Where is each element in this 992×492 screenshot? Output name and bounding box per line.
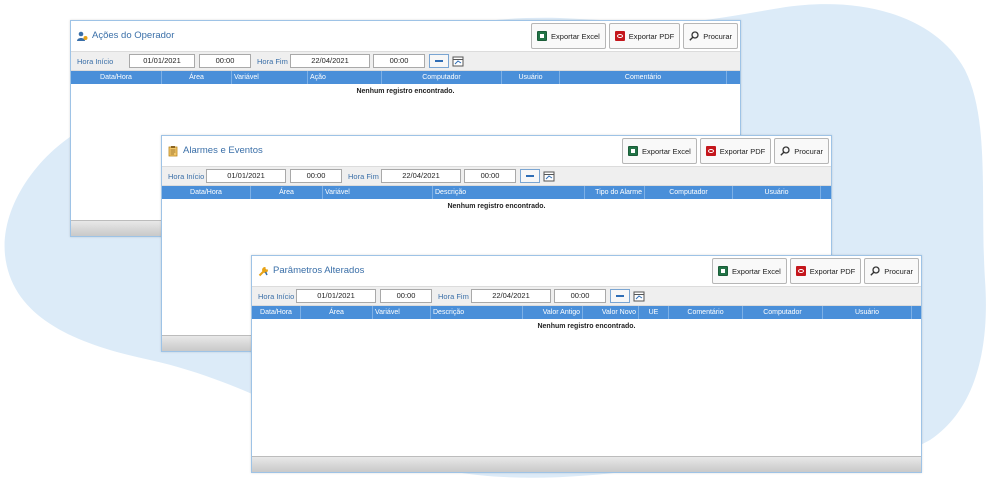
operator-icon — [77, 31, 88, 41]
search-icon — [780, 146, 790, 156]
calendar-icon[interactable] — [452, 55, 464, 67]
excel-icon — [537, 31, 548, 41]
end-time-input[interactable]: 00:00 — [464, 169, 516, 183]
start-time-input[interactable]: 00:00 — [290, 169, 342, 183]
export-pdf-button[interactable]: Exportar PDF — [699, 138, 772, 164]
column-header[interactable]: Variável — [231, 71, 307, 84]
remove-filter-button[interactable] — [429, 54, 449, 68]
excel-icon — [628, 146, 639, 156]
empty-message: Nenhum registro encontrado. — [447, 203, 546, 210]
export-pdf-button[interactable]: Exportar PDF — [789, 258, 862, 284]
column-header[interactable]: Área — [250, 186, 322, 199]
export-pdf-label: Exportar PDF — [628, 31, 675, 41]
column-header[interactable]: Data/Hora — [252, 306, 300, 319]
column-header[interactable]: Variável — [322, 186, 432, 199]
end-date-input[interactable]: 22/04/2021 — [471, 289, 551, 303]
calendar-icon[interactable] — [543, 170, 555, 182]
column-header[interactable]: Data/Hora — [71, 71, 161, 84]
search-button[interactable]: Procurar — [864, 258, 919, 284]
start-date-input[interactable]: 01/01/2021 — [206, 169, 286, 183]
column-header[interactable]: Ação — [307, 71, 381, 84]
filter-bar: Hora Início 01/01/2021 00:00 Hora Fim 22… — [252, 286, 921, 306]
start-time-input[interactable]: 00:00 — [380, 289, 432, 303]
column-header[interactable]: Variável — [372, 306, 430, 319]
remove-filter-button[interactable] — [520, 169, 540, 183]
start-time-input[interactable]: 00:00 — [199, 54, 251, 68]
column-header[interactable]: Área — [161, 71, 231, 84]
export-pdf-label: Exportar PDF — [809, 266, 856, 276]
column-header[interactable]: Descrição — [432, 186, 584, 199]
column-header-spacer — [726, 71, 740, 84]
panel-title: Parâmetros Alterados — [273, 265, 365, 276]
column-header[interactable]: Valor Antigo — [522, 306, 582, 319]
pdf-icon — [614, 31, 625, 41]
search-label: Procurar — [794, 146, 823, 156]
table-header: Data/Hora Área Variável Descrição Valor … — [252, 306, 921, 319]
column-header-spacer — [820, 186, 831, 199]
search-label: Procurar — [884, 266, 913, 276]
empty-message: Nenhum registro encontrado. — [356, 88, 455, 95]
export-excel-button[interactable]: Exportar Excel — [712, 258, 787, 284]
bottom-scrollbar[interactable] — [252, 456, 921, 472]
export-pdf-button[interactable]: Exportar PDF — [608, 23, 681, 49]
export-excel-label: Exportar Excel — [551, 31, 600, 41]
excel-icon — [718, 266, 729, 276]
end-time-label: Hora Fim — [438, 292, 469, 301]
empty-message: Nenhum registro encontrado. — [537, 323, 636, 330]
column-header[interactable]: Computador — [381, 71, 501, 84]
end-date-input[interactable]: 22/04/2021 — [381, 169, 461, 183]
export-excel-button[interactable]: Exportar Excel — [622, 138, 697, 164]
changed-parameters-panel: Parâmetros Alterados Exportar Excel Expo… — [251, 255, 922, 473]
pdf-icon — [795, 266, 806, 276]
start-date-input[interactable]: 01/01/2021 — [129, 54, 195, 68]
wrench-icon — [258, 266, 269, 277]
calendar-icon[interactable] — [633, 290, 645, 302]
end-time-label: Hora Fim — [257, 57, 288, 66]
end-time-input[interactable]: 00:00 — [554, 289, 606, 303]
start-date-input[interactable]: 01/01/2021 — [296, 289, 376, 303]
filter-bar: Hora Início 01/01/2021 00:00 Hora Fim 22… — [162, 166, 831, 186]
alarm-icon — [168, 146, 178, 157]
column-header[interactable]: Comentário — [559, 71, 726, 84]
column-header[interactable]: Data/Hora — [162, 186, 250, 199]
export-excel-label: Exportar Excel — [732, 266, 781, 276]
search-icon — [870, 266, 880, 276]
search-icon — [689, 31, 699, 41]
column-header-spacer — [911, 306, 921, 319]
start-time-label: Hora Início — [168, 172, 205, 181]
export-pdf-label: Exportar PDF — [719, 146, 766, 156]
column-header[interactable]: Área — [300, 306, 372, 319]
column-header[interactable]: Valor Novo — [582, 306, 638, 319]
search-button[interactable]: Procurar — [774, 138, 829, 164]
export-excel-label: Exportar Excel — [642, 146, 691, 156]
column-header[interactable]: Comentário — [668, 306, 742, 319]
remove-filter-button[interactable] — [610, 289, 630, 303]
table-header: Data/Hora Área Variável Descrição Tipo d… — [162, 186, 831, 199]
column-header[interactable]: Tipo do Alarme — [584, 186, 644, 199]
column-header[interactable]: Computador — [742, 306, 822, 319]
end-time-label: Hora Fim — [348, 172, 379, 181]
column-header[interactable]: Usuário — [501, 71, 559, 84]
filter-bar: Hora Início 01/01/2021 00:00 Hora Fim 22… — [71, 51, 740, 71]
search-label: Procurar — [703, 31, 732, 41]
table-header: Data/Hora Área Variável Ação Computador … — [71, 71, 740, 84]
column-header[interactable]: UE — [638, 306, 668, 319]
column-header[interactable]: Usuário — [822, 306, 911, 319]
search-button[interactable]: Procurar — [683, 23, 738, 49]
export-excel-button[interactable]: Exportar Excel — [531, 23, 606, 49]
start-time-label: Hora Início — [258, 292, 295, 301]
panel-title: Alarmes e Eventos — [183, 145, 263, 156]
column-header[interactable]: Computador — [644, 186, 732, 199]
column-header[interactable]: Descrição — [430, 306, 522, 319]
end-date-input[interactable]: 22/04/2021 — [290, 54, 370, 68]
panel-title: Ações do Operador — [92, 30, 175, 41]
start-time-label: Hora Início — [77, 57, 114, 66]
column-header[interactable]: Usuário — [732, 186, 820, 199]
pdf-icon — [705, 146, 716, 156]
end-time-input[interactable]: 00:00 — [373, 54, 425, 68]
